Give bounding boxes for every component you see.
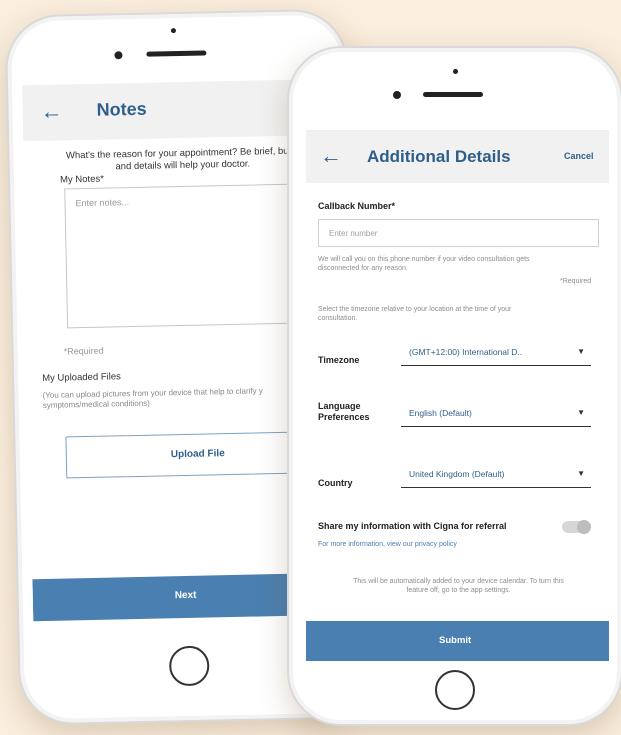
callback-label: Callback Number* — [318, 201, 396, 211]
front-camera — [453, 69, 458, 74]
calendar-note-line-2: feature off, go to the app settings. — [406, 587, 511, 594]
country-label: Country — [318, 478, 353, 488]
language-value: English (Default) — [409, 408, 472, 418]
toggle-knob — [577, 520, 591, 534]
privacy-policy-link[interactable]: For more information, view our privacy p… — [318, 541, 457, 548]
phone-details: ← Additional Details Cancel Callback Num… — [287, 46, 621, 726]
timezone-select[interactable]: (GMT+12:00) International D.. ▼ — [401, 341, 591, 366]
required-note: *Required — [63, 345, 104, 357]
timezone-help-line-2: consultation. — [318, 315, 358, 322]
callback-help-text: We will call you on this phone number if… — [318, 255, 603, 273]
country-value: United Kingdom (Default) — [409, 469, 505, 479]
calendar-note: This will be automatically added to your… — [318, 577, 599, 595]
upload-file-label: Upload File — [170, 448, 225, 461]
uploaded-files-label: My Uploaded Files — [42, 371, 121, 384]
home-button — [435, 670, 475, 710]
timezone-value: (GMT+12:00) International D.. — [409, 347, 523, 357]
details-screen: ← Additional Details Cancel Callback Num… — [306, 130, 609, 661]
share-info-toggle[interactable] — [562, 520, 591, 534]
details-header: ← Additional Details Cancel — [306, 131, 609, 183]
notes-label: My Notes* — [59, 173, 104, 186]
chevron-down-icon: ▼ — [577, 469, 585, 478]
speaker-grill — [423, 92, 483, 97]
home-button — [168, 645, 210, 687]
sensor-dot — [393, 91, 401, 99]
back-arrow-icon[interactable]: ← — [40, 98, 63, 124]
chevron-down-icon: ▼ — [577, 408, 585, 417]
page-title: Notes — [96, 98, 147, 120]
submit-button[interactable]: Submit — [306, 621, 609, 661]
speaker-grill — [146, 50, 207, 57]
submit-label: Submit — [439, 635, 472, 646]
country-select[interactable]: United Kingdom (Default) ▼ — [401, 463, 591, 488]
cancel-button[interactable]: Cancel — [564, 151, 594, 161]
language-label-line-1: Language — [318, 401, 361, 411]
front-camera — [170, 28, 177, 34]
page-title: Additional Details — [367, 147, 511, 166]
next-label: Next — [174, 589, 197, 602]
timezone-label: Timezone — [318, 355, 360, 365]
share-info-label: Share my information with Cigna for refe… — [318, 521, 507, 531]
callback-placeholder: Enter number — [329, 229, 378, 238]
required-note: *Required — [560, 278, 592, 285]
language-label-line-2: Preferences — [318, 412, 370, 422]
language-label: Language Preferences — [318, 401, 370, 423]
callback-help-line-2: disconnected for any reason. — [318, 265, 408, 272]
back-arrow-icon[interactable]: ← — [320, 143, 342, 169]
notes-placeholder: Enter notes... — [75, 197, 130, 209]
callback-number-input[interactable]: Enter number — [318, 219, 599, 247]
timezone-help-line-1: Select the timezone relative to your loc… — [318, 306, 512, 313]
sensor-dot — [114, 51, 123, 60]
language-select[interactable]: English (Default) ▼ — [401, 402, 591, 427]
chevron-down-icon: ▼ — [577, 347, 585, 356]
callback-help-line-1: We will call you on this phone number if… — [318, 256, 530, 263]
calendar-note-line-1: This will be automatically added to your… — [353, 578, 564, 585]
timezone-help-text: Select the timezone relative to your loc… — [318, 305, 603, 323]
